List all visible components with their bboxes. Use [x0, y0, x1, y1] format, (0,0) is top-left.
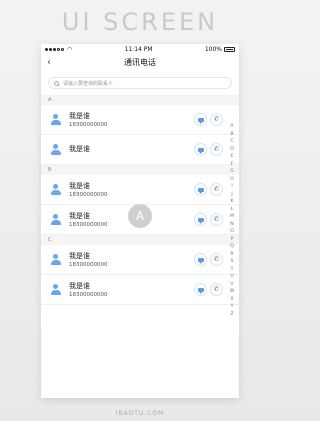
contact-row[interactable]: 我是谁 18300000000 ✆ [41, 105, 239, 135]
call-button[interactable]: ✆ [210, 283, 223, 296]
alphabet-index[interactable]: ABCDEFGHIJKLMNOPQRSTUVWXYZ [228, 124, 236, 317]
index-letter-m[interactable]: M [228, 214, 236, 219]
contact-row[interactable]: 我是谁 18300000000 ✆ [41, 275, 239, 305]
call-button[interactable]: ✆ [210, 213, 223, 226]
contact-name: 我是谁 [69, 281, 90, 290]
index-letter-h[interactable]: H [228, 177, 236, 182]
index-letter-j[interactable]: J [228, 192, 236, 197]
battery-icon [224, 47, 235, 52]
contact-row[interactable]: 我是谁 ✆ [41, 135, 239, 165]
battery-percent: 100% [204, 46, 222, 53]
index-letter-y[interactable]: Y [228, 304, 236, 309]
avatar-icon [50, 214, 61, 225]
contact-row[interactable]: 我是谁 18300000000 ✆ [41, 175, 239, 205]
avatar-icon [50, 114, 61, 125]
current-letter-overlay: A [128, 204, 152, 228]
phone-icon: ✆ [213, 285, 220, 293]
index-letter-a[interactable]: A [228, 124, 236, 129]
section-header-b: B [41, 165, 239, 175]
index-letter-k[interactable]: K [228, 199, 236, 204]
message-button[interactable] [194, 143, 207, 156]
contact-row[interactable]: 我是谁 18300000000 ✆ [41, 245, 239, 275]
avatar-icon [50, 284, 61, 295]
contact-phone: 18300000000 [69, 121, 108, 128]
message-button[interactable] [194, 283, 207, 296]
index-letter-e[interactable]: E [228, 154, 236, 159]
search-icon [54, 80, 59, 86]
footer-watermark: IBAOTU.COM [115, 410, 165, 417]
index-letter-s[interactable]: S [228, 259, 236, 264]
contact-phone: 18300000000 [69, 221, 108, 228]
index-letter-b[interactable]: B [228, 132, 236, 137]
section-header-c: C [41, 235, 239, 245]
status-bar: ◠ 11:14 PM 100% [41, 44, 239, 55]
signal-dot-icon [45, 48, 48, 51]
page-title: 通讯电话 [124, 58, 156, 67]
signal-indicator: ◠ [45, 46, 72, 53]
index-letter-d[interactable]: D [228, 147, 236, 152]
message-button[interactable] [194, 253, 207, 266]
message-button[interactable] [194, 183, 207, 196]
index-letter-l[interactable]: L [228, 207, 236, 212]
search-placeholder: 请输入要查询的联系人 [63, 80, 114, 87]
phone-icon: ✆ [213, 255, 220, 263]
contact-name: 我是谁 [69, 144, 90, 153]
message-button[interactable] [194, 213, 207, 226]
message-icon [197, 217, 204, 224]
message-icon [197, 117, 204, 124]
index-letter-t[interactable]: T [228, 267, 236, 272]
call-button[interactable]: ✆ [210, 113, 223, 126]
contact-name: 我是谁 [69, 211, 90, 220]
index-letter-g[interactable]: G [228, 169, 236, 174]
message-icon [197, 187, 204, 194]
avatar-icon [50, 184, 61, 195]
signal-dot-icon [61, 48, 64, 51]
index-letter-z[interactable]: Z [228, 312, 236, 317]
status-time: 11:14 PM [124, 46, 153, 53]
index-letter-r[interactable]: R [228, 252, 236, 257]
index-letter-f[interactable]: F [228, 162, 236, 167]
signal-dot-icon [49, 48, 52, 51]
index-letter-v[interactable]: V [228, 282, 236, 287]
index-letter-i[interactable]: I [228, 184, 236, 189]
index-letter-c[interactable]: C [228, 139, 236, 144]
banner-title: UI SCREEN [61, 8, 219, 36]
phone-icon: ✆ [213, 145, 220, 153]
call-button[interactable]: ✆ [210, 183, 223, 196]
contact-phone: 18300000000 [69, 191, 108, 198]
wifi-icon: ◠ [67, 46, 73, 53]
phone-icon: ✆ [213, 215, 220, 223]
call-button[interactable]: ✆ [210, 143, 223, 156]
message-icon [197, 147, 204, 154]
contact-phone: 18300000000 [69, 261, 108, 268]
contact-name: 我是谁 [69, 111, 90, 120]
index-letter-w[interactable]: W [228, 289, 236, 294]
avatar-icon [50, 144, 61, 155]
index-letter-x[interactable]: X [228, 297, 236, 302]
call-button[interactable]: ✆ [210, 253, 223, 266]
avatar-icon [50, 254, 61, 265]
index-letter-u[interactable]: U [228, 274, 236, 279]
back-arrow-icon[interactable]: ‹ [47, 55, 51, 70]
phone-screen: ◠ 11:14 PM 100% ‹ 通讯电话 请输入要查询的联系人 A 我是谁 … [41, 44, 239, 398]
section-header-a: A [41, 95, 239, 105]
index-letter-q[interactable]: Q [228, 244, 236, 249]
contact-name: 我是谁 [69, 181, 90, 190]
nav-bar: ‹ 通讯电话 [41, 55, 239, 71]
signal-dot-icon [57, 48, 60, 51]
battery-indicator: 100% [205, 46, 235, 53]
contact-name: 我是谁 [69, 251, 90, 260]
contact-phone: 18300000000 [69, 291, 108, 298]
message-button[interactable] [194, 113, 207, 126]
index-letter-p[interactable]: P [228, 237, 236, 242]
message-icon [197, 257, 204, 264]
phone-icon: ✆ [213, 115, 220, 123]
search-input[interactable]: 请输入要查询的联系人 [48, 77, 232, 89]
signal-dot-icon [53, 48, 56, 51]
index-letter-o[interactable]: O [228, 229, 236, 234]
message-icon [197, 287, 204, 294]
phone-icon: ✆ [213, 185, 220, 193]
index-letter-n[interactable]: N [228, 222, 236, 227]
